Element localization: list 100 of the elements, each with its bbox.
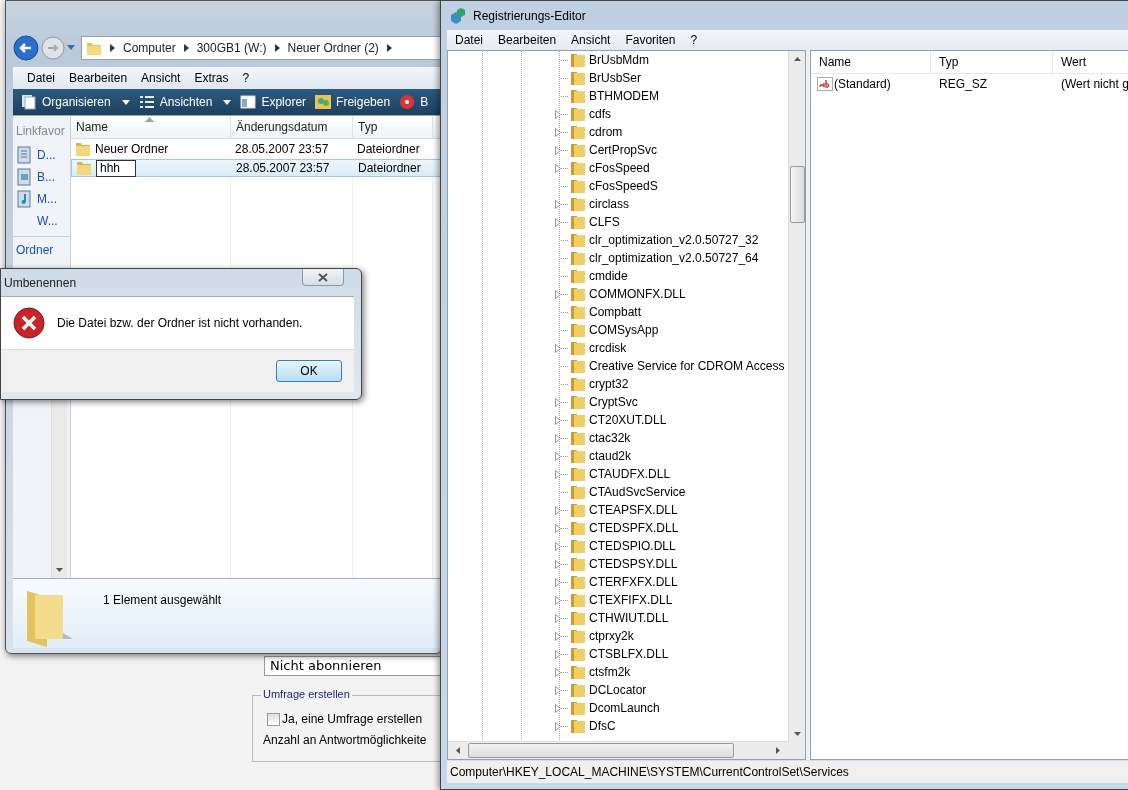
vertical-scrollbar[interactable]: [788, 51, 805, 742]
tree-item[interactable]: cmdide: [589, 269, 628, 283]
menu-item[interactable]: Datei: [455, 33, 483, 47]
tree-item[interactable]: Creative Service for CDROM Access: [589, 359, 785, 373]
toolbar-button[interactable]: Freigeben: [315, 94, 391, 110]
selection-status: 1 Element ausgewählt: [103, 593, 222, 607]
back-icon[interactable]: [13, 35, 39, 61]
breadcrumb-item[interactable]: Computer: [123, 41, 176, 55]
column-header[interactable]: Typ: [931, 51, 1053, 73]
tree-item[interactable]: CTAudSvcService: [589, 485, 686, 499]
tree-item[interactable]: ctprxy2k: [589, 629, 634, 643]
scroll-right-icon[interactable]: [776, 747, 780, 754]
tree-item[interactable]: CTEDSPFX.DLL: [589, 521, 679, 535]
tree-item[interactable]: CryptSvc: [589, 395, 638, 409]
expand-icon[interactable]: [555, 343, 561, 353]
tree-item[interactable]: CTSBLFX.DLL: [589, 647, 669, 661]
menu-item[interactable]: Favoriten: [625, 33, 676, 47]
tree-item[interactable]: DCLocator: [589, 683, 647, 697]
tree-item[interactable]: COMMONFX.DLL: [589, 287, 686, 301]
expand-icon[interactable]: [555, 289, 561, 299]
folder-icon: [570, 124, 586, 140]
folder-icon: [570, 322, 586, 338]
column-header[interactable]: Typ: [353, 116, 433, 138]
dropdown-icon[interactable]: [67, 45, 75, 51]
menu-item[interactable]: Ansicht: [141, 71, 181, 85]
scroll-thumb[interactable]: [789, 166, 805, 223]
tree-item[interactable]: ctsfm2k: [589, 665, 631, 679]
menu-item[interactable]: Extras: [194, 71, 229, 85]
tree-item[interactable]: CLFS: [589, 215, 620, 229]
toolbar-button[interactable]: B: [399, 94, 429, 110]
nav-link[interactable]: B...: [37, 170, 55, 184]
poll-checkbox[interactable]: [267, 712, 280, 726]
selected-row[interactable]: hhh 28.05.2007 23:57 Dateiordner: [71, 159, 441, 177]
value-name: (Standard): [834, 77, 891, 91]
column-header[interactable]: Änderungsdatum: [231, 116, 353, 138]
folder-icon: [570, 304, 586, 320]
tree-item[interactable]: crcdisk: [589, 341, 627, 355]
tree-item[interactable]: clr_optimization_v2.0.50727_64: [589, 251, 759, 265]
menu-item[interactable]: Bearbeiten: [498, 33, 557, 47]
tree-item[interactable]: CTEDSPSY.DLL: [589, 557, 678, 571]
tree-item[interactable]: CTEAPSFX.DLL: [589, 503, 678, 517]
scroll-thumb[interactable]: [467, 743, 735, 758]
tree-item[interactable]: BrUsbSer: [589, 71, 641, 85]
tree-item[interactable]: BTHMODEM: [589, 89, 659, 103]
scroll-up-icon[interactable]: [793, 57, 801, 61]
rename-field[interactable]: hhh: [96, 159, 136, 177]
horizontal-scrollbar[interactable]: [448, 741, 805, 759]
menu-item[interactable]: Datei: [27, 71, 55, 85]
tree-item[interactable]: crypt32: [589, 377, 629, 391]
scroll-down-icon[interactable]: [793, 732, 801, 736]
toolbar-button[interactable]: Explorer: [240, 94, 307, 110]
scroll-down-icon[interactable]: [56, 568, 63, 572]
nav-link[interactable]: M...: [37, 192, 57, 206]
folder-icon: [86, 40, 102, 56]
folder-icon: [570, 628, 586, 644]
tree-item[interactable]: CTERFXFX.DLL: [589, 575, 678, 589]
tree-item[interactable]: CT20XUT.DLL: [589, 413, 667, 427]
tree-item[interactable]: cFosSpeedS: [589, 179, 658, 193]
tree-item[interactable]: ctac32k: [589, 431, 631, 445]
tree-item[interactable]: CTEDSPIO.DLL: [589, 539, 676, 553]
menu-item[interactable]: Ansicht: [571, 33, 611, 47]
scroll-left-icon[interactable]: [456, 747, 460, 754]
tree-item[interactable]: ctaud2k: [589, 449, 632, 463]
tree-item[interactable]: CTAUDFX.DLL: [589, 467, 671, 481]
column-header[interactable]: Wert: [1053, 51, 1128, 73]
toolbar-button[interactable]: Ansichten: [138, 94, 232, 110]
chevron-icon: [110, 44, 115, 52]
tree-item[interactable]: Compbatt: [589, 305, 642, 319]
folders-heading[interactable]: Ordner: [13, 236, 70, 263]
folder-icon: [570, 574, 586, 590]
tree-item[interactable]: BrUsbMdm: [589, 53, 649, 67]
folder-icon: [570, 178, 586, 194]
tree-item[interactable]: cdrom: [589, 125, 623, 139]
nav-link[interactable]: D...: [37, 148, 56, 162]
ok-button[interactable]: OK: [276, 360, 342, 382]
breadcrumb-item[interactable]: 300GB1 (W:): [196, 41, 267, 55]
folder-icon: [570, 268, 586, 284]
tree-item[interactable]: DcomLaunch: [589, 701, 660, 715]
tree-item[interactable]: CTHWIUT.DLL: [589, 611, 669, 625]
nav-link[interactable]: W...: [37, 214, 58, 228]
column-header[interactable]: Name: [71, 116, 231, 138]
tree-item[interactable]: clr_optimization_v2.0.50727_32: [589, 233, 759, 247]
menu-item[interactable]: ?: [690, 33, 698, 47]
subscription-select[interactable]: Nicht abonnieren: [264, 656, 441, 676]
toolbar-button[interactable]: Organisieren: [21, 94, 130, 110]
tree-item[interactable]: CTEXFIFX.DLL: [589, 593, 673, 607]
tree-item[interactable]: circlass: [589, 197, 629, 211]
menu-item[interactable]: Bearbeiten: [69, 71, 128, 85]
breadcrumb-item[interactable]: Neuer Ordner (2): [287, 41, 379, 55]
tree-item[interactable]: cdfs: [589, 107, 611, 121]
column-header[interactable]: Name: [811, 51, 931, 73]
chevron-icon: [274, 44, 280, 52]
address-bar[interactable]: Computer 300GB1 (W:) Neuer Ordner (2): [81, 36, 441, 60]
tree-item[interactable]: CertPropSvc: [589, 143, 658, 157]
tree-item[interactable]: cFosSpeed: [589, 161, 650, 175]
menu-item[interactable]: ?: [242, 71, 250, 85]
folder-icon: [570, 556, 586, 572]
close-button[interactable]: [302, 269, 344, 286]
tree-item[interactable]: DfsC: [589, 719, 616, 733]
tree-item[interactable]: COMSysApp: [589, 323, 659, 337]
